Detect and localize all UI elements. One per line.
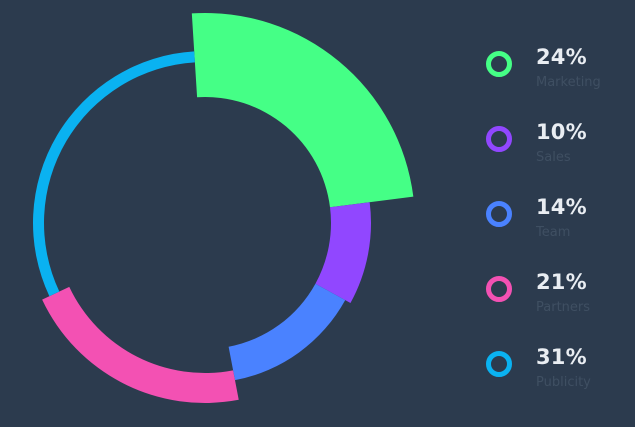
slice-publicity [33,51,195,297]
ring-icon [486,201,512,227]
ring-icon [486,276,512,302]
legend-percent: 24% [536,45,587,69]
legend: 24% Marketing 10% Sales 14% Team 21% Par… [484,43,634,418]
slice-partners [42,286,239,403]
chart-page: 24% Marketing 10% Sales 14% Team 21% Par… [0,0,635,427]
legend-percent: 10% [536,120,587,144]
legend-label: Partners [536,300,591,315]
ring-icon [486,126,512,152]
legend-item-partners: 21% Partners [484,268,634,343]
legend-item-marketing: 24% Marketing [484,43,634,118]
donut-chart [33,12,414,403]
legend-item-publicity: 31% Publicity [484,343,634,418]
legend-item-team: 14% Team [484,193,634,268]
legend-label: Publicity [536,375,591,390]
donut-slices [33,12,414,403]
slice-marketing [191,12,414,208]
ring-icon [486,51,512,77]
legend-percent: 21% [536,270,587,294]
legend-percent: 31% [536,345,587,369]
ring-icon [486,351,512,377]
legend-label: Sales [536,150,571,165]
slice-team [228,283,346,381]
legend-label: Marketing [536,75,601,90]
legend-item-sales: 10% Sales [484,118,634,193]
legend-percent: 14% [536,195,587,219]
legend-label: Team [536,225,571,240]
slice-sales [315,202,371,303]
